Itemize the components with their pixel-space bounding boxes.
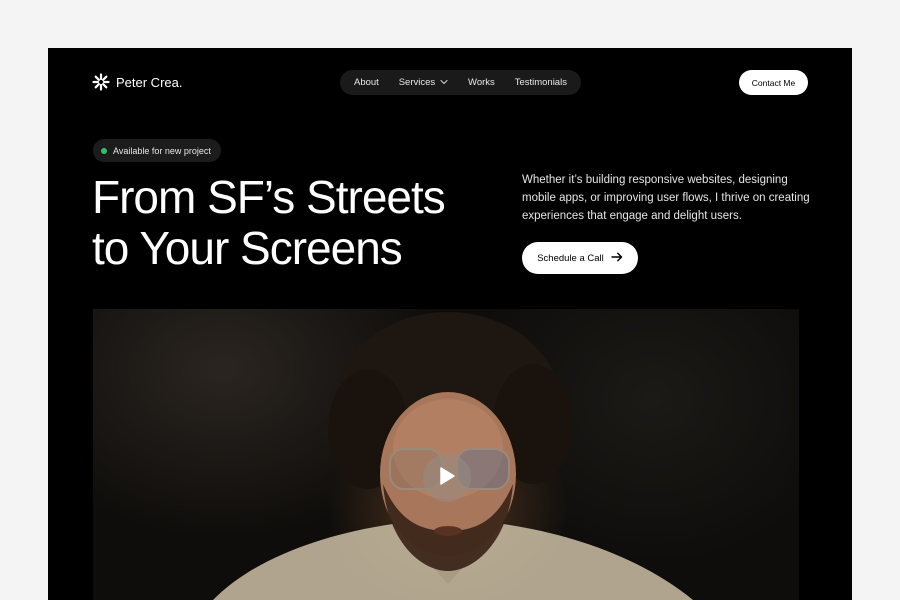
brand-logo[interactable]: Peter Crea.	[92, 73, 182, 91]
schedule-call-label: Schedule a Call	[537, 252, 604, 264]
status-dot-icon	[101, 147, 107, 154]
headline-line-1: From SF’s Streets	[92, 171, 446, 223]
availability-text: Available for new project	[113, 145, 211, 156]
availability-badge: Available for new project	[93, 139, 221, 162]
nav-item-services[interactable]: Services	[399, 77, 448, 88]
nav-item-label: Services	[398, 77, 436, 88]
hero-description: Whether it’s building responsive website…	[522, 174, 810, 222]
chevron-down-icon	[440, 77, 448, 88]
starburst-icon	[92, 73, 110, 91]
play-button[interactable]	[423, 454, 471, 502]
nav-item-about[interactable]: About	[354, 77, 379, 88]
play-icon	[438, 466, 456, 491]
main-nav: About Services Works Testimonials	[340, 70, 581, 95]
schedule-call-button[interactable]: Schedule a Call	[522, 242, 638, 274]
arrow-right-icon	[611, 252, 623, 265]
contact-button[interactable]: Contact Me	[739, 70, 808, 95]
brand-name: Peter Crea.	[116, 74, 183, 90]
hero-video[interactable]	[93, 309, 799, 600]
hero-headline: From SF’s Streets to Your Screens	[92, 172, 512, 274]
nav-item-works[interactable]: Works	[468, 77, 495, 88]
headline-line-2: to Your Screens	[92, 222, 403, 274]
nav-item-testimonials[interactable]: Testimonials	[515, 77, 567, 88]
page-frame: Peter Crea. About Services Works Testimo…	[48, 48, 852, 600]
